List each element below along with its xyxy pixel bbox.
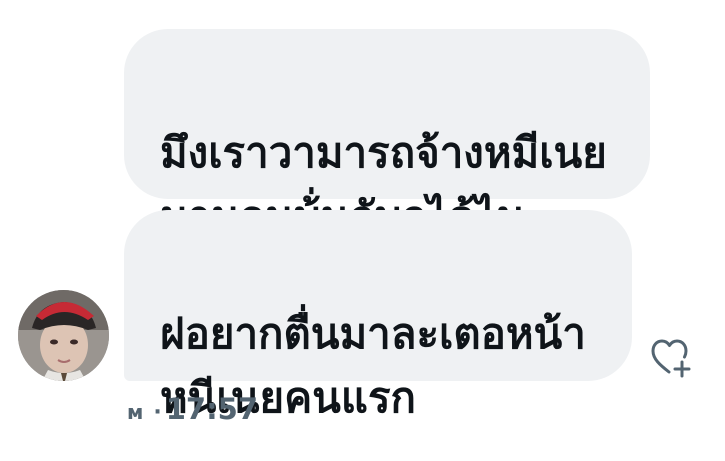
message-meta: м · 17:57 [127,392,258,428]
meta-separator: · [153,400,162,425]
chat-conversation: มึงเราวามารถจ้างหมีเนย มานอนบ้่นกับกุได้… [0,0,725,461]
message-timestamp: 17:57 [165,392,259,426]
message-bubble[interactable]: ฝอยากตื่นมาละเตอหน้า หนีเนยคนแรก [124,210,632,422]
avatar[interactable] [18,290,109,381]
message-bubble[interactable]: มึงเราวามารถจ้างหมีเนย มานอนบ้่นกับกุได้… [124,29,650,241]
heart-add-icon[interactable] [650,338,692,378]
avatar-image [18,290,109,381]
message-status: м [127,400,144,424]
